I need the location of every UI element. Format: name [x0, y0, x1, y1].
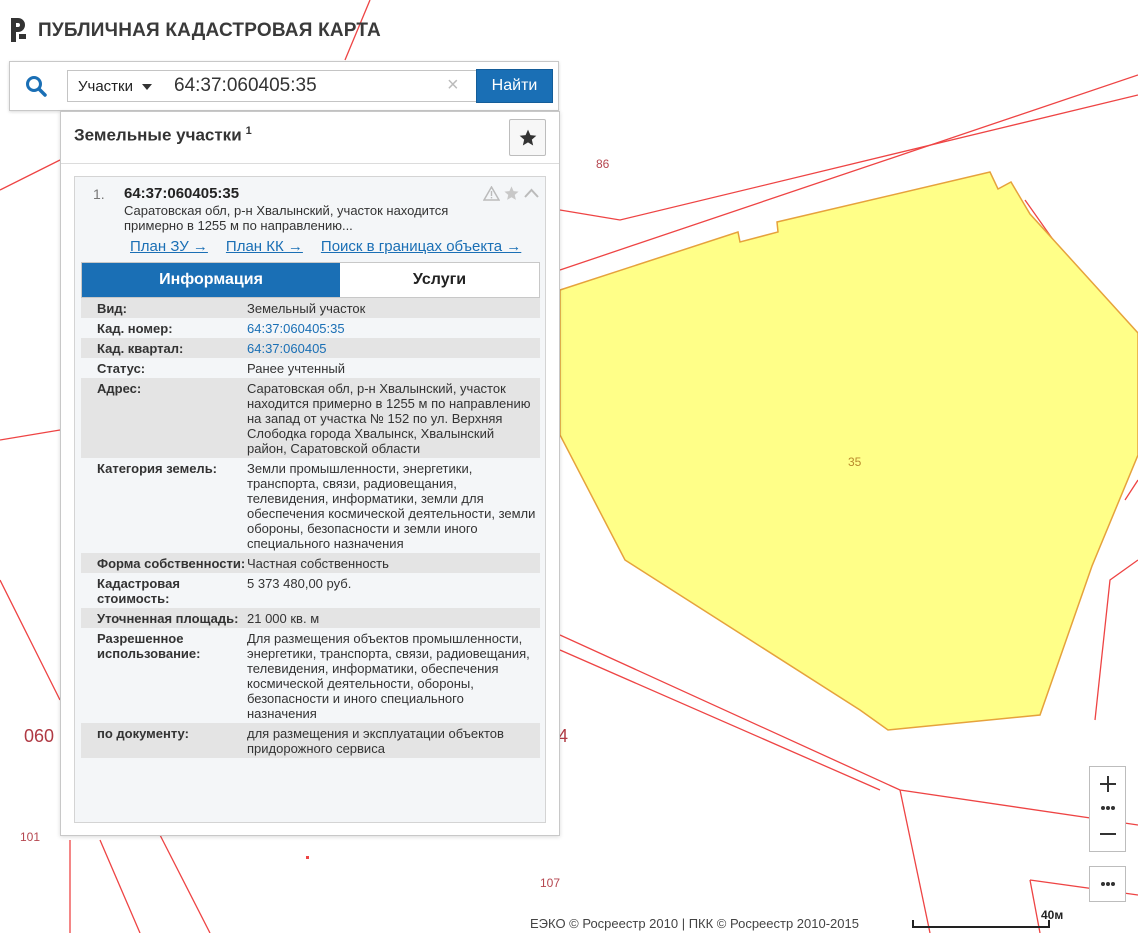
info-key: Кад. номер: — [97, 321, 173, 336]
warning-icon[interactable] — [483, 186, 500, 201]
chevron-down-icon — [142, 84, 152, 90]
pkk-logo-icon — [11, 18, 26, 42]
info-value: для размещения и эксплуатации объектов п… — [247, 726, 504, 756]
info-row: Кад. квартал: 64:37:060405 — [81, 338, 540, 358]
parcel-label-35: 35 — [848, 455, 862, 469]
search-bar: Участки × Найти — [9, 61, 559, 111]
info-key: Адрес: — [97, 381, 142, 396]
app-title: ПУБЛИЧНАЯ КАДАСТРОВАЯ КАРТА — [38, 20, 381, 41]
favorites-button[interactable] — [509, 119, 546, 156]
parcel-label-107: 107 — [540, 876, 561, 890]
map-point — [306, 856, 309, 859]
info-key: Статус: — [97, 361, 146, 376]
info-key: по документу: — [97, 726, 189, 741]
link-plan-kk[interactable]: План КК → — [226, 238, 303, 255]
tab-services[interactable]: Услуги — [340, 263, 539, 297]
search-type-select[interactable]: Участки — [67, 70, 161, 102]
info-row: Статус: Ранее учтенный — [81, 358, 540, 378]
selected-parcel[interactable] — [559, 171, 1138, 731]
info-row: по документу: для размещения и эксплуатац… — [81, 723, 540, 758]
info-key: Кад. квартал: — [97, 341, 184, 356]
card-tools — [483, 185, 540, 202]
info-key: Уточненная площадь: — [97, 611, 239, 626]
header-brand[interactable]: ПУБЛИЧНАЯ КАДАСТРОВАЯ КАРТА — [8, 14, 381, 48]
panel-title: Земельные участки 1 — [74, 125, 252, 146]
more-icon — [1100, 806, 1115, 810]
panel-title-text: Земельные участки — [74, 125, 242, 145]
info-value-link[interactable]: 64:37:060405 — [247, 341, 537, 356]
zoom-out-button[interactable] — [1089, 816, 1126, 852]
info-row: Разрешенное использование: Для размещения… — [81, 628, 540, 723]
link-plan-zu[interactable]: План ЗУ → — [130, 238, 208, 255]
info-value: 21 000 кв. м — [247, 611, 320, 626]
star-icon — [519, 129, 536, 145]
find-button[interactable]: Найти — [476, 69, 553, 103]
scale-label: 40м — [1041, 908, 1064, 922]
info-key: Вид: — [97, 301, 127, 316]
info-key: Форма собственности: — [97, 556, 246, 571]
scale-bar — [912, 920, 1050, 928]
result-tabs: Информация Услуги — [81, 262, 540, 298]
info-value: 5 373 480,00 руб. — [247, 576, 352, 591]
info-key: Кадастровая стоимость: — [97, 576, 180, 606]
parcel-label-86: 86 — [596, 157, 610, 171]
info-value: Частная собственность — [247, 556, 389, 571]
plus-icon — [1099, 775, 1116, 792]
result-links: План ЗУ → План КК → Поиск в границах объ… — [130, 238, 521, 255]
info-value: Земли промышленности, энергетики, трансп… — [247, 461, 536, 551]
panel-header: Земельные участки 1 — [61, 112, 559, 164]
info-row: Адрес: Саратовская обл, р-н Хвалынский, у… — [81, 378, 540, 458]
search-input[interactable] — [160, 70, 477, 102]
result-count: 1 — [245, 125, 252, 137]
result-number[interactable]: 64:37:060405:35 — [124, 185, 239, 202]
search-icon[interactable] — [24, 74, 48, 98]
results-panel: Земельные участки 1 1. 64:37:060405:35 Са… — [60, 111, 560, 836]
zoom-in-button[interactable] — [1089, 766, 1126, 800]
map-attribution: ЕЭКО © Росреестр 2010 | ПКК © Росреестр … — [530, 916, 859, 931]
zoom-levels-button[interactable] — [1089, 800, 1126, 816]
info-value: Саратовская обл, р-н Хвалынский, участок… — [247, 381, 531, 456]
info-key: Разрешенное использование: — [97, 631, 201, 661]
info-value: Земельный участок — [247, 301, 366, 316]
minus-icon — [1099, 832, 1116, 835]
info-row: Категория земель: Земли промышленности, э… — [81, 458, 540, 553]
more-tools-button[interactable] — [1089, 866, 1126, 902]
close-icon[interactable]: × — [447, 74, 459, 96]
info-table: Вид: Земельный участок Кад. номер: 64:37:06… — [81, 298, 540, 758]
info-value: Ранее учтенный — [247, 361, 345, 376]
search-type-value: Участки — [78, 77, 133, 95]
result-address: Саратовская обл, р-н Хвалынский, участок… — [124, 203, 449, 233]
link-search-bounds[interactable]: Поиск в границах объекта → — [321, 238, 521, 255]
result-card: 1. 64:37:060405:35 Саратовская обл, р-н … — [74, 176, 546, 823]
info-row: Уточненная площадь: 21 000 кв. м — [81, 608, 540, 628]
star-icon[interactable] — [503, 185, 520, 202]
tab-information[interactable]: Информация — [82, 263, 340, 297]
result-index: 1. — [93, 186, 105, 202]
info-row: Кадастровая стоимость: 5 373 480,00 руб. — [81, 573, 540, 608]
quarter-label: 060 — [24, 726, 55, 746]
info-row: Кад. номер: 64:37:060405:35 — [81, 318, 540, 338]
info-value-link[interactable]: 64:37:060405:35 — [247, 321, 537, 336]
chevron-up-icon[interactable] — [523, 186, 540, 201]
info-row: Форма собственности: Частная собственност… — [81, 553, 540, 573]
more-icon — [1100, 882, 1115, 886]
info-row: Вид: Земельный участок — [81, 298, 540, 318]
info-value: Для размещения объектов промышленности, … — [247, 631, 530, 721]
info-key: Категория земель: — [97, 461, 218, 476]
parcel-label-101: 101 — [20, 830, 41, 844]
